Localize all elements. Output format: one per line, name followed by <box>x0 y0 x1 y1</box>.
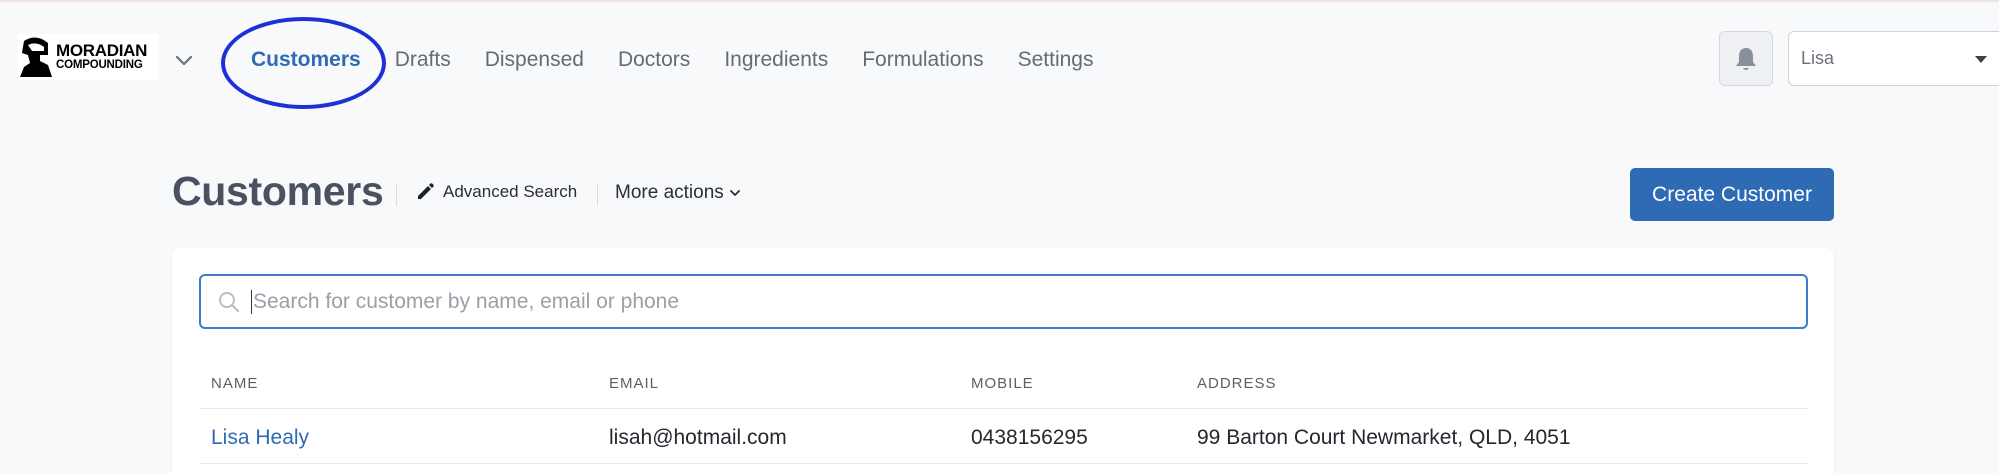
nav-dispensed[interactable]: Dispensed <box>485 48 584 72</box>
main-nav: Customers Drafts Dispensed Doctors Ingre… <box>251 42 1128 78</box>
header-divider <box>597 184 598 206</box>
chevron-down-icon <box>729 190 740 196</box>
search-icon <box>219 292 240 313</box>
column-header-email[interactable]: EMAIL <box>609 375 659 392</box>
brand-wordmark: MORADIAN COMPOUNDING <box>56 42 147 72</box>
user-select-value: Lisa <box>1801 48 1835 68</box>
more-actions-dropdown[interactable]: More actions <box>615 182 741 204</box>
customer-email: lisah@hotmail.com <box>609 426 787 449</box>
customer-name-link[interactable]: Lisa Healy <box>211 426 309 450</box>
customers-card: NAME EMAIL MOBILE ADDRESS Lisa Healy lis… <box>172 248 1834 473</box>
text-cursor <box>251 290 252 314</box>
pencil-icon <box>418 183 434 199</box>
more-actions-label: More actions <box>615 182 724 203</box>
nav-settings[interactable]: Settings <box>1018 48 1094 72</box>
table-header-divider <box>199 408 1808 409</box>
brand-line-2: COMPOUNDING <box>56 59 143 72</box>
brand-logo[interactable]: MORADIAN COMPOUNDING <box>18 34 158 80</box>
column-header-address[interactable]: ADDRESS <box>1197 375 1277 392</box>
customer-address: 99 Barton Court Newmarket, QLD, 4051 <box>1197 426 1571 449</box>
spartan-helmet-icon <box>20 37 52 77</box>
create-customer-button[interactable]: Create Customer <box>1630 168 1834 221</box>
top-navigation-bar: MORADIAN COMPOUNDING Customers Drafts Di… <box>0 2 1999 114</box>
advanced-search-button[interactable]: Advanced Search <box>415 182 577 202</box>
nav-formulations[interactable]: Formulations <box>862 48 983 72</box>
nav-customers[interactable]: Customers <box>251 48 361 72</box>
caret-down-icon <box>1975 56 1987 63</box>
column-header-name[interactable]: NAME <box>211 375 258 392</box>
customer-search-box[interactable] <box>199 274 1808 329</box>
user-select[interactable]: Lisa <box>1788 31 1999 86</box>
column-header-mobile[interactable]: MOBILE <box>971 375 1034 392</box>
table-row-divider <box>199 463 1808 464</box>
page-title: Customers <box>172 168 384 214</box>
chevron-down-icon[interactable] <box>172 48 196 72</box>
nav-ingredients[interactable]: Ingredients <box>724 48 828 72</box>
header-divider <box>396 184 397 206</box>
advanced-search-label: Advanced Search <box>443 182 578 201</box>
nav-doctors[interactable]: Doctors <box>618 48 690 72</box>
customer-search-input[interactable] <box>201 276 1806 327</box>
bell-icon <box>1736 47 1756 70</box>
notifications-button[interactable] <box>1719 31 1773 86</box>
nav-drafts[interactable]: Drafts <box>395 48 451 72</box>
customer-mobile: 0438156295 <box>971 426 1088 449</box>
brand-line-1: MORADIAN <box>56 41 148 61</box>
